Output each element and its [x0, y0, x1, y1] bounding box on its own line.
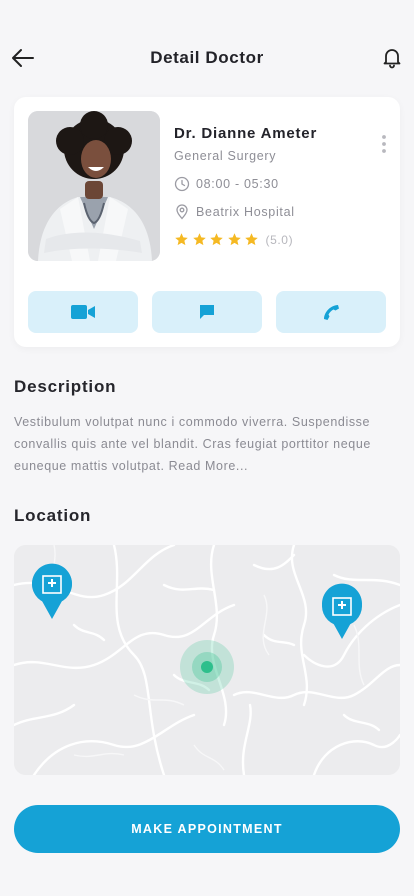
star-icon	[192, 233, 206, 246]
chat-bubble-icon	[200, 305, 214, 319]
location-map[interactable]	[14, 545, 400, 775]
doctor-card: Dr. Dianne Ameter General Surgery 08:00 …	[14, 97, 400, 347]
current-location-marker	[180, 640, 234, 694]
header: Detail Doctor	[0, 36, 414, 80]
bell-icon	[383, 49, 401, 69]
star-icon	[227, 233, 241, 246]
phone-call-button[interactable]	[276, 291, 386, 333]
doctor-photo	[28, 111, 160, 261]
hospital-text: Beatrix Hospital	[196, 205, 295, 219]
more-options-button[interactable]	[378, 133, 390, 155]
page-title: Detail Doctor	[150, 48, 264, 67]
star-icon	[175, 233, 188, 246]
clock-icon	[174, 176, 190, 192]
star-icon	[210, 233, 223, 246]
hours-text: 08:00 - 05:30	[196, 177, 279, 191]
location-pin-icon	[174, 204, 190, 220]
video-call-button[interactable]	[28, 291, 138, 333]
contact-actions	[28, 291, 386, 333]
more-vertical-icon	[382, 135, 386, 153]
doctor-name: Dr. Dianne Ameter	[174, 125, 318, 142]
rating-text: (5.0)	[265, 232, 294, 247]
description-title: Description	[14, 377, 117, 396]
make-appointment-button[interactable]: MAKE APPOINTMENT	[14, 805, 400, 853]
notification-button[interactable]	[380, 45, 404, 69]
video-camera-icon	[71, 305, 95, 319]
location-title: Location	[14, 506, 92, 525]
working-hours: 08:00 - 05:30	[174, 176, 279, 192]
phone-icon	[324, 305, 339, 320]
doctor-specialty: General Surgery	[174, 149, 277, 163]
description-text: Vestibulum volutpat nunc i commodo viver…	[14, 415, 371, 473]
rating: (5.0)	[174, 232, 293, 247]
message-button[interactable]	[152, 291, 262, 333]
star-icon	[245, 233, 258, 246]
hospital-info: Beatrix Hospital	[174, 204, 295, 220]
